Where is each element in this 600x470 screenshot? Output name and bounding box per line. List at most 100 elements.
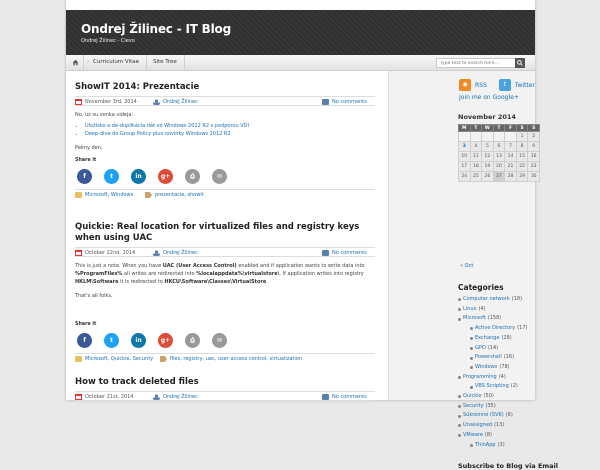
category-link[interactable]: Programming xyxy=(463,373,497,383)
body-text: it is redirected to xyxy=(118,279,165,285)
category-item: Programming (4) xyxy=(458,373,527,383)
post-links: Uložisko a de-duplikácia dát vo Windows … xyxy=(85,122,375,138)
facebook-icon[interactable]: f xyxy=(77,333,92,348)
search-button[interactable] xyxy=(515,58,525,68)
post-tags[interactable]: files, registry, uac, user access contro… xyxy=(170,356,302,362)
twitter-link[interactable]: Twitter xyxy=(515,82,535,89)
calendar-empty-cell xyxy=(469,131,483,142)
nav-item-curriculum-vitae[interactable]: › Curriculum Vitae xyxy=(84,55,147,70)
tag-icon xyxy=(145,192,152,198)
post-comments-link[interactable]: No comments xyxy=(332,99,367,105)
page-wrapper: Ondrej Žilinec - IT Blog Ondrej Žilinec … xyxy=(66,0,558,470)
email-icon[interactable]: ✉ xyxy=(212,333,227,348)
category-link[interactable]: Active Directory xyxy=(475,324,515,334)
author-icon xyxy=(153,99,160,105)
google-plus-link[interactable]: Join me on Google+ xyxy=(459,94,535,101)
home-icon[interactable] xyxy=(68,55,84,70)
facebook-icon[interactable]: f xyxy=(77,169,92,184)
bold-text: %ProgramFiles% xyxy=(75,271,123,277)
post-title[interactable]: Quickie: Real location for virtualized f… xyxy=(75,222,375,244)
rss-link[interactable]: RSS xyxy=(475,82,487,89)
category-link[interactable]: VBS Scripting xyxy=(475,382,509,392)
post-comments-link[interactable]: No comments xyxy=(332,394,367,400)
calendar-day: 19 xyxy=(481,161,494,172)
bold-text: UAC (User Access Control) xyxy=(162,263,237,269)
category-link[interactable]: Unassigned xyxy=(463,421,492,431)
print-icon[interactable]: ⎙ xyxy=(185,169,200,184)
post-body: No, uz su vonka videja: Uložisko a de-du… xyxy=(75,111,375,152)
post-categories[interactable]: Microsoft, Quickie, Security xyxy=(85,356,153,362)
category-count: (78) xyxy=(499,363,510,370)
post-author-link[interactable]: Ondrej Žilinec xyxy=(163,394,198,400)
subscribe-title: Subscribe to Blog via Email xyxy=(458,462,559,470)
twitter-icon[interactable]: t xyxy=(498,79,511,91)
calendar-day: 12 xyxy=(481,151,494,162)
calendar-icon xyxy=(75,99,82,105)
calendar: MTWTFSS 1 2 3 4 5 6 7 8 9 10 11 12 13 14 15 16 17 18 19 20 2… xyxy=(458,124,540,182)
calendar-day: 17 xyxy=(458,161,471,172)
bullet-icon xyxy=(458,395,461,399)
twitter-icon[interactable]: t xyxy=(104,169,119,184)
category-link[interactable]: Linux xyxy=(463,305,476,315)
calendar-day: 7 xyxy=(504,141,517,152)
calendar-prev-link[interactable]: « Oct xyxy=(460,263,473,269)
email-icon[interactable]: ✉ xyxy=(212,169,227,184)
category-link[interactable]: Exchange xyxy=(475,334,499,344)
bullet-icon xyxy=(458,405,461,409)
category-link[interactable]: Computer network xyxy=(463,295,510,305)
calendar-day: 4 xyxy=(469,141,483,152)
post-title[interactable]: ShowIT 2014: Prezentacie xyxy=(75,82,375,93)
bullet-icon xyxy=(470,385,473,389)
calendar-weekday: T xyxy=(492,124,506,132)
calendar-day: 16 xyxy=(527,151,540,162)
nav-item-site-tree[interactable]: Site Tree xyxy=(146,55,185,70)
rss-icon[interactable]: ◉ xyxy=(459,79,471,91)
category-link[interactable]: Powershell xyxy=(475,353,502,363)
post-date: November 3rd, 2014 xyxy=(85,99,137,105)
body-text: This is just a note. When you have xyxy=(75,263,163,269)
category-link[interactable]: ThinApp xyxy=(475,441,496,451)
post-author-link[interactable]: Ondrej Žilinec xyxy=(163,250,198,256)
bold-text: HKLM\Software xyxy=(75,279,119,285)
calendar-day: 26 xyxy=(481,171,494,182)
search-input[interactable] xyxy=(436,58,523,68)
category-link[interactable]: Quickie xyxy=(463,392,482,402)
google-plus-icon[interactable]: g+ xyxy=(158,169,173,184)
calendar-empty-cell xyxy=(504,131,517,142)
post-categories[interactable]: Microsoft, Windows xyxy=(85,192,133,198)
category-link[interactable]: Súkromné (SVK) xyxy=(463,411,504,421)
post-link[interactable]: Deep-dive do Group Policy plus novinky W… xyxy=(85,131,231,137)
category-item: Windows (78) xyxy=(458,363,527,373)
category-item: Súkromné (SVK) (6) xyxy=(458,411,527,421)
bullet-icon xyxy=(470,356,473,360)
post-meta: November 3rd, 2014 Ondrej Žilinec No com… xyxy=(75,96,375,106)
linkedin-icon[interactable]: in xyxy=(131,169,146,184)
category-link[interactable]: GPO xyxy=(475,344,486,354)
category-item: Quickie (50) xyxy=(458,392,527,402)
bullet-icon xyxy=(458,298,461,302)
nav-item-label: Curriculum Vitae xyxy=(93,59,139,65)
category-link[interactable]: Windows xyxy=(475,363,497,373)
category-item: Microsoft (158) xyxy=(458,314,527,324)
category-item: VMware (8) xyxy=(458,431,527,441)
calendar-day: 9 xyxy=(527,141,540,152)
post-comments-link[interactable]: No comments xyxy=(332,250,367,256)
print-icon[interactable]: ⎙ xyxy=(185,333,200,348)
post-tags[interactable]: prezentacie, showit xyxy=(155,192,204,198)
post-link[interactable]: Uložisko a de-duplikácia dát vo Windows … xyxy=(85,123,249,129)
google-plus-icon[interactable]: g+ xyxy=(158,333,173,348)
twitter-icon[interactable]: t xyxy=(104,333,119,348)
category-link[interactable]: Microsoft xyxy=(463,314,486,324)
category-link[interactable]: Security xyxy=(463,402,484,412)
share-buttons: f t in g+ ⎙ ✉ xyxy=(77,333,375,348)
category-link[interactable]: VMware xyxy=(463,431,483,441)
post-text: Pekny den, xyxy=(75,145,103,151)
bullet-icon xyxy=(458,317,461,321)
site-title[interactable]: Ondrej Žilinec - IT Blog xyxy=(81,22,231,36)
folder-icon xyxy=(75,356,82,362)
share-buttons: f t in g+ ⎙ ✉ xyxy=(77,169,375,184)
post-author-link[interactable]: Ondrej Žilinec xyxy=(163,99,198,105)
calendar-day[interactable]: 3 xyxy=(458,141,471,152)
post-title[interactable]: How to track deleted files xyxy=(75,377,375,388)
linkedin-icon[interactable]: in xyxy=(131,333,146,348)
